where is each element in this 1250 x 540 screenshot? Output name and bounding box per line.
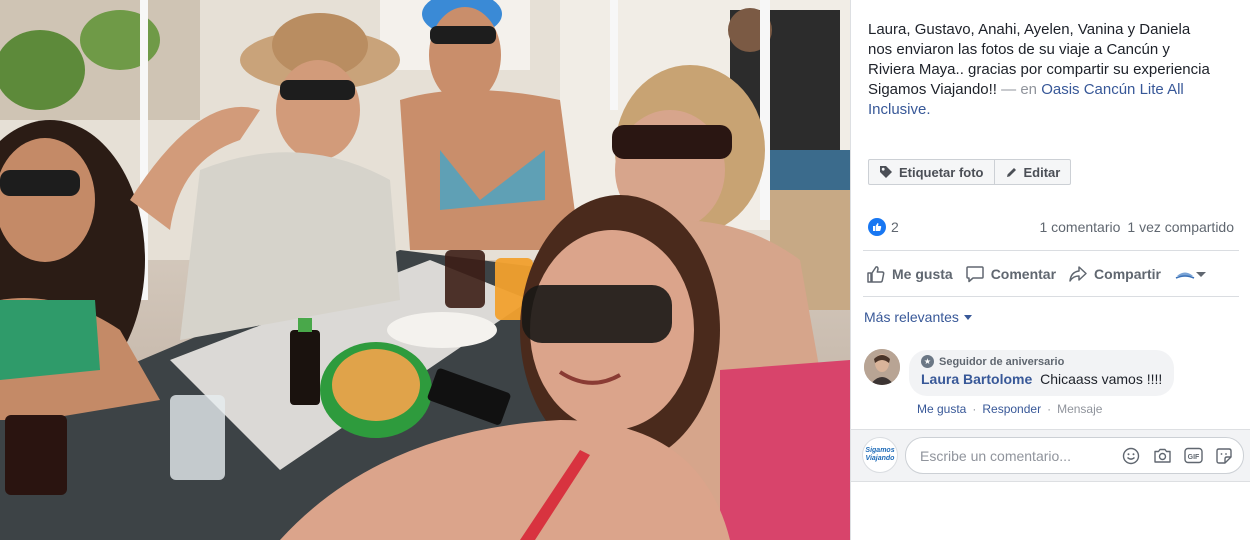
- comment-sort-dropdown[interactable]: Más relevantes: [864, 309, 972, 325]
- comment-actions: Me gusta · Responder · Mensaje: [917, 402, 1102, 416]
- divider: [863, 250, 1239, 251]
- comment-message-link[interactable]: Mensaje: [1057, 402, 1102, 416]
- fan-badge: ★ Seguidor de aniversario: [921, 355, 1162, 368]
- like-reaction-icon[interactable]: [868, 218, 886, 236]
- page-logo-line1: Sigamos: [865, 447, 895, 454]
- photo-scene: [0, 0, 850, 540]
- sort-label: Más relevantes: [864, 309, 959, 325]
- svg-text:GIF: GIF: [1187, 454, 1199, 461]
- tag-photo-label: Etiquetar foto: [899, 164, 984, 180]
- sticker-icon[interactable]: [1213, 445, 1235, 467]
- page-logo-line2: Viajando: [865, 455, 895, 462]
- separator-dot: ·: [1047, 402, 1052, 416]
- comment-input[interactable]: [920, 447, 1111, 464]
- divider: [863, 296, 1239, 297]
- emoji-icon[interactable]: [1120, 445, 1142, 467]
- comment-label: Comentar: [990, 266, 1057, 282]
- like-button[interactable]: Me gusta: [866, 264, 953, 284]
- share-count[interactable]: 1 vez compartido: [1127, 219, 1234, 235]
- like-label: Me gusta: [892, 266, 953, 282]
- comment-text: Chicaass vamos !!!!: [1040, 371, 1163, 387]
- badge-label: Seguidor de aniversario: [939, 355, 1065, 368]
- tag-icon: [880, 166, 892, 178]
- separator-dot: ·: [972, 402, 977, 416]
- caret-down-icon: [1195, 272, 1206, 277]
- comment-button[interactable]: Comentar: [965, 264, 1056, 284]
- comment-count[interactable]: 1 comentario: [1039, 219, 1120, 235]
- post-caption: Laura, Gustavo, Anahi, Ayelen, Vanina y …: [868, 20, 1218, 120]
- post-photo[interactable]: [0, 0, 850, 540]
- comment-composer: GIF: [905, 437, 1244, 474]
- share-arrow-icon: [1069, 266, 1087, 282]
- camera-icon[interactable]: [1151, 445, 1173, 467]
- commenter-avatar[interactable]: [864, 349, 900, 385]
- badge-icon: ★: [921, 355, 934, 368]
- page-logo-avatar: Sigamos Viajando: [862, 437, 898, 473]
- post-sidebar: Laura, Gustavo, Anahi, Ayelen, Vanina y …: [850, 0, 1250, 540]
- post-stats: 2 1 comentario 1 vez compartido: [868, 216, 1234, 238]
- tag-photo-button[interactable]: Etiquetar foto: [868, 159, 995, 185]
- gif-icon[interactable]: GIF: [1182, 445, 1204, 467]
- comment-body: Laura Bartolome Chicaass vamos !!!!: [921, 370, 1162, 388]
- comment-like-link[interactable]: Me gusta: [917, 402, 966, 416]
- edit-button[interactable]: Editar: [994, 159, 1072, 185]
- pencil-icon: [1006, 167, 1016, 177]
- caret-down-icon: [963, 314, 972, 320]
- comment-reply-link[interactable]: Responder: [982, 402, 1041, 416]
- photo-actions: Etiquetar foto Editar: [868, 159, 1072, 185]
- caption-at: — en: [1001, 81, 1038, 98]
- comment-bubble: ★ Seguidor de aniversario Laura Bartolom…: [909, 350, 1175, 396]
- post-action-bar: Me gusta Comentar Compartir: [866, 262, 1236, 286]
- like-thumb-icon: [867, 266, 885, 283]
- share-button[interactable]: Compartir: [1068, 264, 1161, 284]
- comment-bubble-icon: [965, 266, 984, 283]
- edit-label: Editar: [1023, 164, 1061, 180]
- comment-author-link[interactable]: Laura Bartolome: [921, 371, 1032, 387]
- share-label: Compartir: [1094, 266, 1161, 282]
- reaction-count[interactable]: 2: [891, 219, 899, 235]
- post-as-selector[interactable]: [1175, 267, 1207, 281]
- page-avatar-icon: [1175, 272, 1195, 279]
